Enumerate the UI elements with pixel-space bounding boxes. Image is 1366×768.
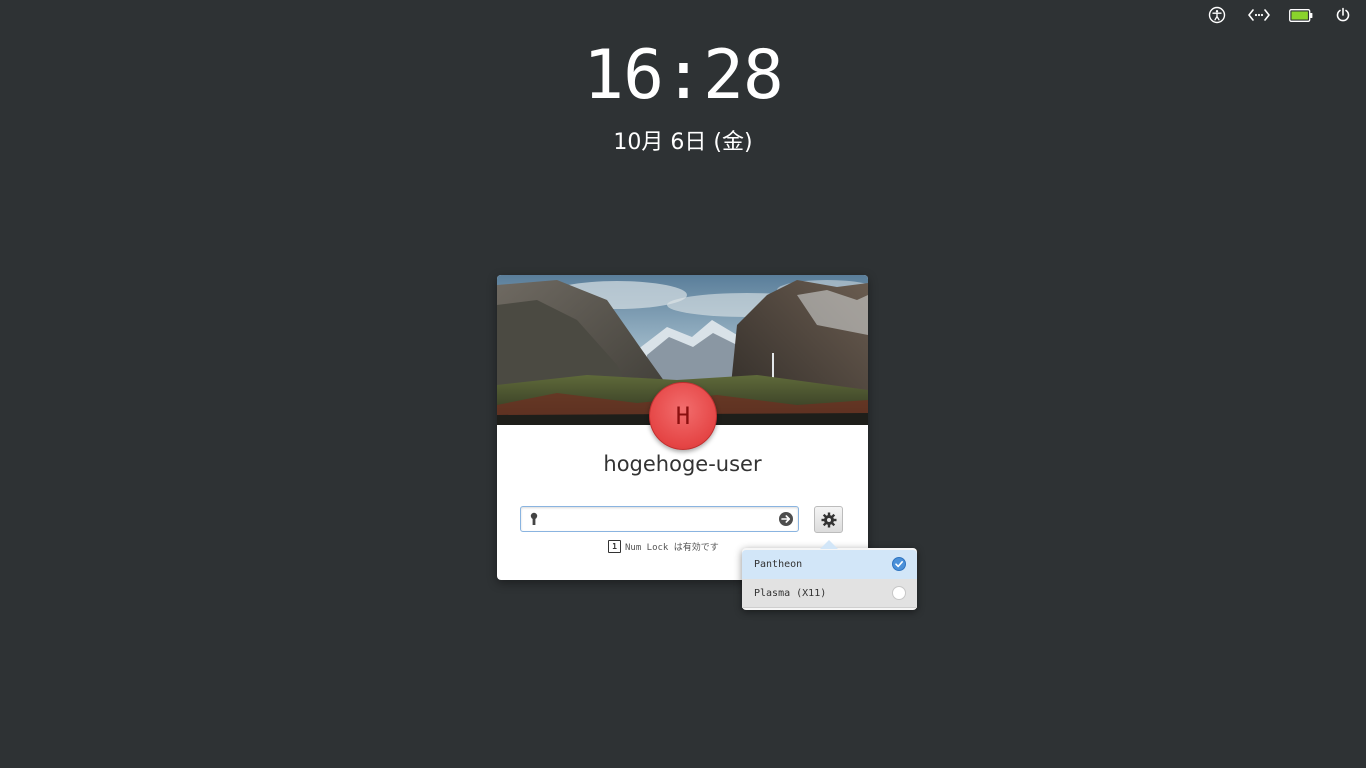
system-tray (1204, 5, 1356, 25)
top-panel (0, 0, 1366, 30)
power-icon[interactable] (1330, 5, 1356, 25)
password-input[interactable] (543, 509, 773, 529)
network-icon[interactable] (1246, 5, 1272, 25)
clock-date: 10月 6日 (金) (613, 130, 753, 155)
radio-empty-icon[interactable] (892, 586, 906, 600)
avatar-initial: H (675, 402, 691, 430)
session-item-pantheon[interactable]: Pantheon (742, 550, 917, 579)
user-avatar[interactable]: H (649, 382, 717, 450)
username-label: hogehoge-user (603, 452, 762, 476)
numlock-indicator: 1 Num Lock は有効です (608, 540, 719, 553)
password-field[interactable] (520, 506, 799, 532)
gear-icon (821, 512, 836, 527)
accessibility-icon[interactable] (1204, 5, 1230, 25)
login-card: H hogehoge-user 1 Num Lock は有効です (497, 275, 868, 580)
session-menu: Pantheon Plasma (X11) (742, 540, 917, 610)
session-settings-button[interactable] (814, 506, 843, 533)
clock-time: 16:28 (583, 36, 784, 115)
battery-icon[interactable] (1288, 5, 1314, 25)
arrow-right-circle-icon[interactable] (778, 511, 794, 527)
numlock-icon: 1 (608, 540, 621, 553)
numlock-text: Num Lock は有効です (625, 543, 719, 553)
session-label: Pantheon (754, 559, 803, 570)
key-icon (530, 512, 538, 525)
session-label: Plasma (X11) (754, 587, 827, 599)
checkmark-icon[interactable] (892, 557, 906, 571)
session-item-plasma[interactable]: Plasma (X11) (742, 579, 917, 608)
popover-arrow (820, 540, 838, 549)
